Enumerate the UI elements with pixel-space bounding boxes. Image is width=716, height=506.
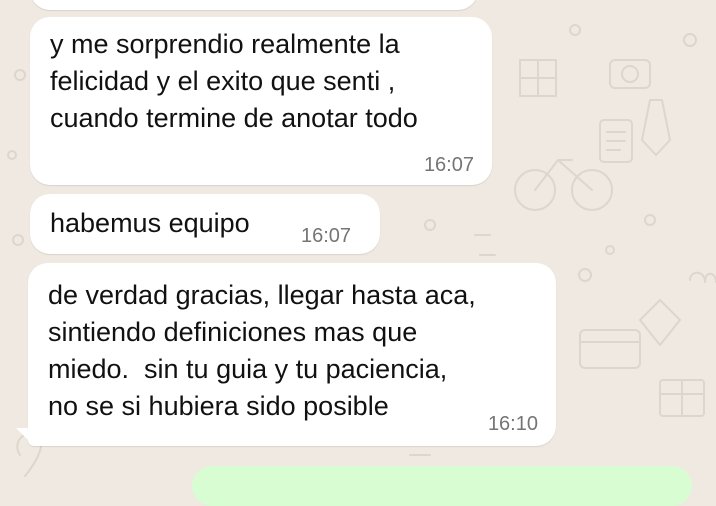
doodle-camera-icon — [609, 59, 651, 89]
message-bubble[interactable]: y me sorprendio realmente la felicidad y… — [30, 17, 492, 185]
doodle-bicycle-icon — [514, 159, 613, 211]
message-timestamp: 16:10 — [487, 413, 538, 435]
message-text: habemus equipo — [50, 205, 250, 242]
message-bubble-partial[interactable] — [30, 0, 478, 10]
message-line: miedo. sin tu guia y tu paciencia, — [48, 354, 448, 384]
message-line: habemus equipo — [50, 208, 250, 238]
message-line: no se si hubiera sido posible — [48, 391, 389, 421]
message-bubble[interactable]: de verdad gracias, llegar hasta aca, sin… — [28, 263, 556, 446]
doodle-note-icon — [599, 119, 633, 163]
message-text: de verdad gracias, llegar hasta aca, sin… — [48, 277, 476, 425]
message-line: felicidad y el exito que senti , — [50, 66, 396, 96]
message-line: de verdad gracias, llegar hasta aca, — [48, 280, 476, 310]
outgoing-message-bubble-partial[interactable] — [192, 466, 692, 506]
message-timestamp: 16:07 — [423, 154, 474, 176]
doodle-tie-icon — [641, 99, 671, 156]
doodle-heart-icon — [689, 271, 716, 283]
message-text: y me sorprendio realmente la felicidad y… — [50, 26, 418, 137]
message-line: sintiendo definiciones mas que — [48, 317, 418, 347]
message-line: y me sorprendio realmente la — [50, 29, 400, 59]
message-bubble[interactable]: habemus equipo 16:07 — [30, 194, 380, 254]
doodle-card-icon — [579, 329, 641, 369]
message-timestamp: 16:07 — [301, 225, 352, 247]
doodle-diamond-icon — [639, 299, 681, 346]
doodle-grid-icon — [519, 59, 557, 97]
message-line: cuando termine de anotar todo — [50, 103, 418, 133]
doodle-gift-icon — [659, 379, 705, 417]
